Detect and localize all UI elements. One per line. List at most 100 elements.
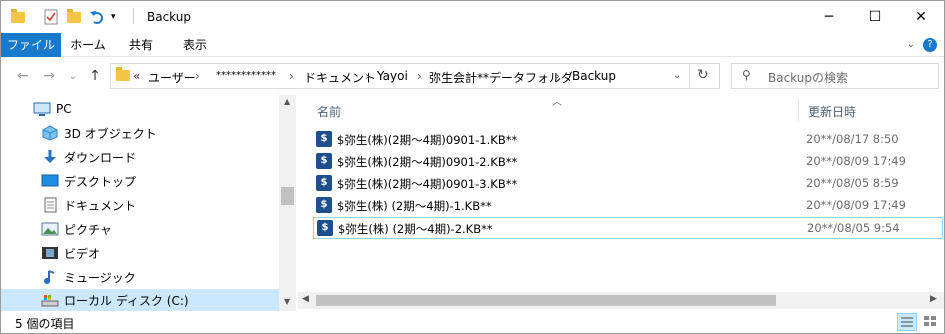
scroll-up-icon[interactable]: ▲ xyxy=(284,97,290,106)
breadcrumb-username[interactable]: ************ xyxy=(216,70,276,81)
sidebar-item-label: デスクトップ xyxy=(64,174,137,189)
yayoi-file-icon: $ xyxy=(316,197,332,213)
maximize-button[interactable]: ☐ xyxy=(852,1,898,33)
window-title: Backup xyxy=(147,10,191,24)
sidebar-scroll-thumb[interactable] xyxy=(281,187,294,205)
tab-file[interactable]: ファイル xyxy=(1,33,61,57)
file-date: 20**/08/05 9:54 xyxy=(807,221,900,235)
desktop-icon xyxy=(41,173,59,189)
sidebar-item-label: ミュージック xyxy=(64,270,136,285)
new-folder-icon[interactable] xyxy=(67,8,81,26)
breadcrumb-separator[interactable]: › xyxy=(365,69,370,83)
breadcrumb-backup[interactable]: Backup xyxy=(572,69,616,83)
undo-icon[interactable] xyxy=(89,8,105,26)
sidebar-item-pc[interactable]: PC xyxy=(1,97,279,121)
expand-ribbon-icon[interactable]: ⌄ xyxy=(901,33,921,57)
breadcrumb-separator[interactable]: › xyxy=(289,69,294,83)
tab-home[interactable]: ホーム xyxy=(65,33,111,57)
address-folder-icon xyxy=(116,67,130,81)
tab-share[interactable]: 共有 xyxy=(119,33,163,57)
table-row[interactable]: $ $弥生(株) (2期～4期)-1.KB** 20**/08/09 17:49 xyxy=(313,195,943,217)
sidebar-item-videos[interactable]: ビデオ xyxy=(1,241,279,265)
breadcrumb-users[interactable]: ユーザー xyxy=(148,69,196,86)
status-bar: 5 個の項目 xyxy=(1,311,944,333)
sidebar-item-3d-objects[interactable]: 3D オブジェクト xyxy=(1,121,279,145)
pictures-icon xyxy=(41,221,59,237)
breadcrumb-separator[interactable]: › xyxy=(195,69,200,83)
column-header-modified[interactable]: 更新日時 xyxy=(808,103,856,120)
scroll-left-icon[interactable]: ◀ xyxy=(302,294,309,304)
recent-locations-button[interactable]: ⌄ xyxy=(63,66,83,86)
up-button[interactable]: ↑ xyxy=(85,66,105,86)
table-row[interactable]: $ $弥生(株)(2期～4期)0901-1.KB** 20**/08/17 8:… xyxy=(313,129,943,151)
file-name: $弥生(株)(2期～4期)0901-2.KB** xyxy=(337,155,518,169)
sidebar-item-documents[interactable]: ドキュメント xyxy=(1,193,279,217)
sidebar-scrollbar[interactable]: ▲ ▼ xyxy=(279,95,296,311)
video-icon xyxy=(41,245,59,261)
minimize-button[interactable]: ─ xyxy=(806,1,852,33)
refresh-icon[interactable]: ↻ xyxy=(697,67,709,83)
scroll-down-icon[interactable]: ▼ xyxy=(284,297,290,306)
breadcrumb-separator[interactable]: › xyxy=(417,69,422,83)
help-icon[interactable]: ? xyxy=(923,38,937,52)
sidebar-item-label: PC xyxy=(56,102,72,116)
search-box[interactable]: ⚲ Backupの検索 xyxy=(731,63,939,89)
3d-objects-icon xyxy=(41,125,59,141)
sidebar-item-music[interactable]: ミュージック xyxy=(1,265,279,289)
file-name: $弥生(株)(2期～4期)0901-3.KB** xyxy=(337,177,518,191)
properties-icon[interactable] xyxy=(44,8,58,26)
breadcrumb-separator[interactable]: › xyxy=(555,69,560,83)
table-row[interactable]: $ $弥生(株)(2期～4期)0901-2.KB** 20**/08/09 17… xyxy=(313,151,943,173)
scroll-right-icon[interactable]: ▶ xyxy=(930,294,937,304)
sidebar-item-pictures[interactable]: ピクチャ xyxy=(1,217,279,241)
horizontal-scroll-thumb[interactable] xyxy=(316,295,776,306)
file-date: 20**/08/17 8:50 xyxy=(806,132,899,146)
file-list: ︿ 名前 更新日時 $ $弥生(株)(2期～4期)0901-1.KB** 20*… xyxy=(298,95,944,311)
table-row[interactable]: $ $弥生(株)(2期～4期)0901-3.KB** 20**/08/05 8:… xyxy=(313,173,943,195)
search-placeholder: Backupの検索 xyxy=(768,71,848,85)
breadcrumb-overflow[interactable]: « xyxy=(133,69,140,83)
column-header-name[interactable]: 名前 xyxy=(317,103,341,120)
sidebar-item-local-disk[interactable]: ローカル ディスク (C:) xyxy=(1,289,279,311)
title-bar: ▾ Backup ─ ☐ ✕ xyxy=(1,1,944,33)
customize-toolbar-icon[interactable]: ▾ xyxy=(111,8,116,26)
search-icon: ⚲ xyxy=(742,68,751,82)
tab-view[interactable]: 表示 xyxy=(173,33,217,57)
yayoi-file-icon: $ xyxy=(316,131,332,147)
file-date: 20**/08/05 8:59 xyxy=(806,176,899,190)
title-divider xyxy=(133,8,134,24)
large-icons-view-icon[interactable] xyxy=(921,313,941,331)
sidebar-item-downloads[interactable]: ダウンロード xyxy=(1,145,279,169)
forward-button[interactable]: → xyxy=(39,66,59,86)
yayoi-file-icon: $ xyxy=(316,175,332,191)
address-dropdown-icon[interactable]: ⌄ xyxy=(673,70,681,81)
sidebar-item-label: ダウンロード xyxy=(64,150,137,165)
sidebar-item-label: ビデオ xyxy=(64,246,101,261)
yayoi-file-icon: $ xyxy=(316,153,332,169)
ribbon-tabs: ファイル ホーム 共有 表示 ⌄ ? xyxy=(1,33,944,57)
music-icon xyxy=(41,269,59,285)
table-row[interactable]: $ $弥生(株) (2期～4期)-2.KB** 20**/08/05 9:54 xyxy=(313,217,943,239)
explorer-window: ▾ Backup ─ ☐ ✕ ファイル ホーム 共有 表示 ⌄ ? ← → ⌄ … xyxy=(0,0,945,334)
file-date: 20**/08/09 17:49 xyxy=(806,154,906,168)
address-bar[interactable]: « ユーザー › ************ › ドキュメント › Yayoi ›… xyxy=(110,63,720,89)
sidebar-item-desktop[interactable]: デスクトップ xyxy=(1,169,279,193)
breadcrumb-yayoi[interactable]: Yayoi xyxy=(377,69,408,83)
sort-ascending-icon: ︿ xyxy=(552,97,562,108)
quick-access-folder-icon[interactable] xyxy=(11,8,25,26)
breadcrumb-data-folder[interactable]: 弥生会計**データフォルダ xyxy=(429,69,573,86)
file-name: $弥生(株) (2期～4期)-2.KB** xyxy=(338,222,493,236)
back-button[interactable]: ← xyxy=(13,66,33,86)
details-view-icon[interactable] xyxy=(897,313,917,331)
file-date: 20**/08/09 17:49 xyxy=(806,198,906,212)
close-button[interactable]: ✕ xyxy=(898,1,944,33)
pc-icon xyxy=(33,101,51,117)
horizontal-scrollbar[interactable]: ◀ ▶ xyxy=(298,292,944,309)
sidebar-item-label: 3D オブジェクト xyxy=(64,126,157,141)
local-disk-icon xyxy=(41,292,59,308)
column-divider[interactable] xyxy=(798,99,799,121)
sidebar-item-label: ローカル ディスク (C:) xyxy=(64,293,189,308)
download-icon xyxy=(41,149,59,165)
address-divider xyxy=(689,64,690,88)
navigation-pane: PC 3D オブジェクト ダウンロード デスクトップ ドキュメント ピクチャ ビ… xyxy=(1,95,297,311)
